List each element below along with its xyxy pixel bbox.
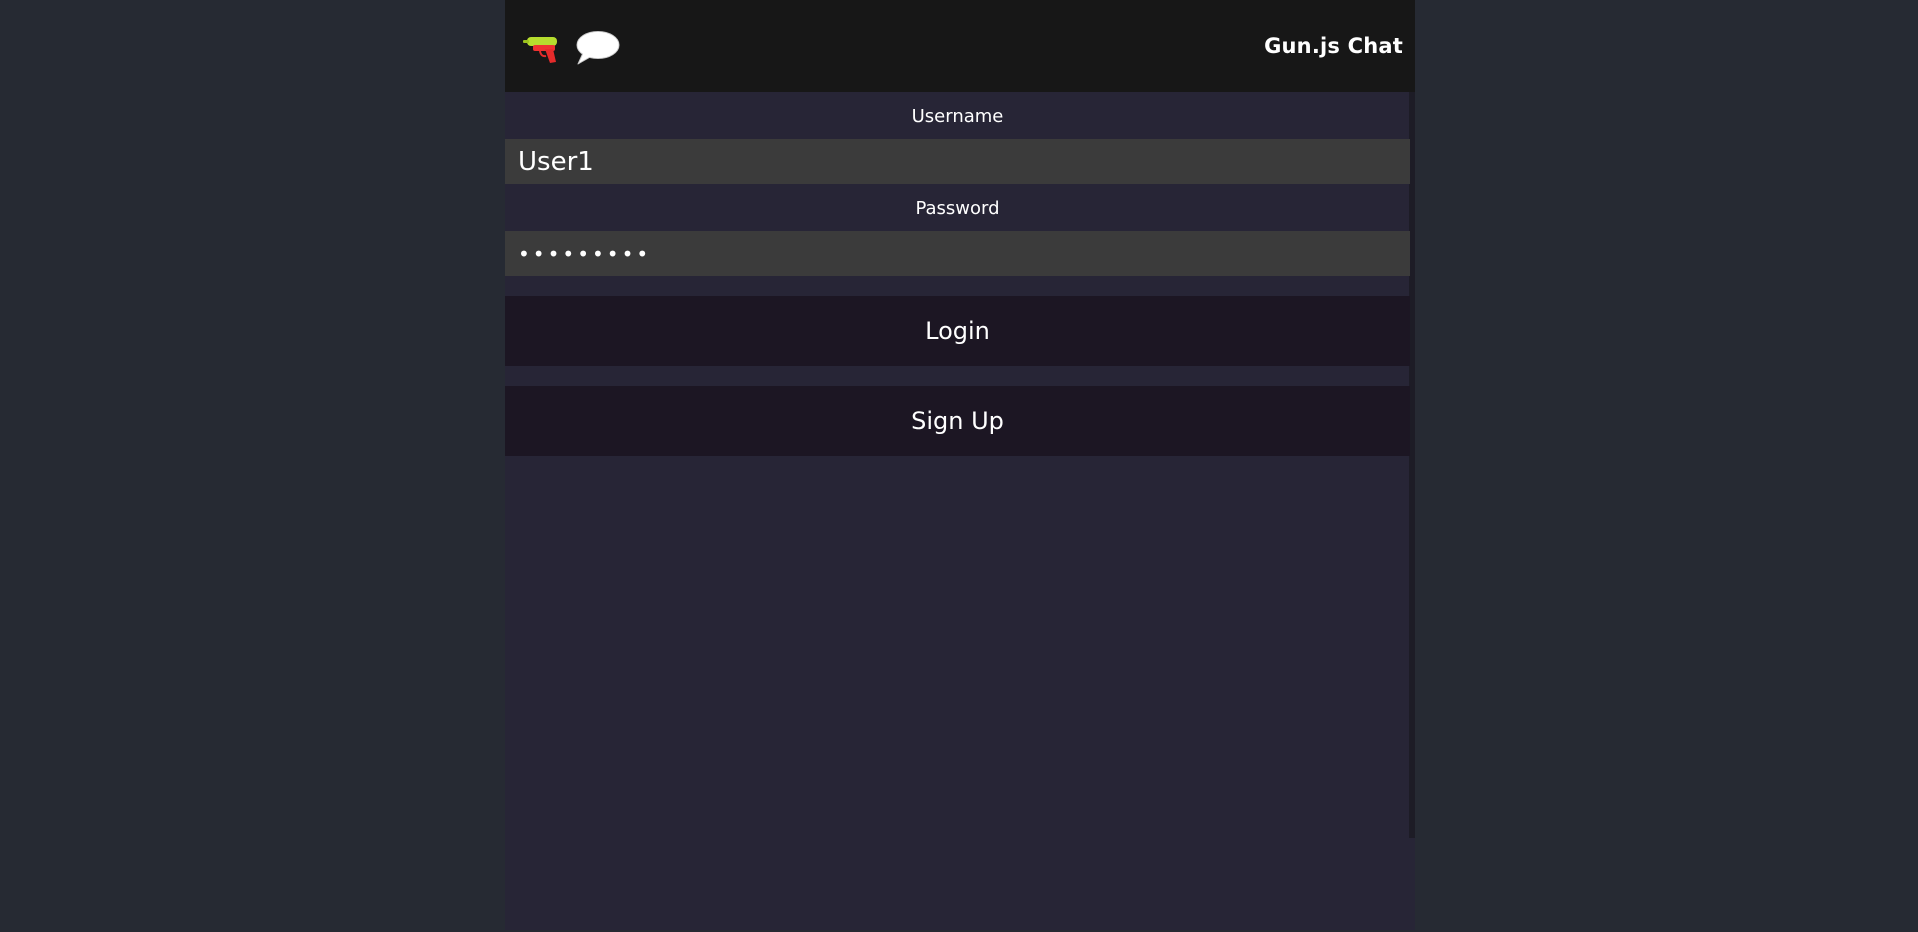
speech-bubble-icon bbox=[575, 30, 621, 66]
app-logo bbox=[523, 28, 621, 68]
app-header: Gun.js Chat bbox=[505, 0, 1415, 92]
water-gun-icon bbox=[523, 31, 563, 65]
app-container: Gun.js Chat Username Password Login Sign… bbox=[505, 0, 1415, 930]
password-input[interactable] bbox=[505, 231, 1410, 276]
login-button[interactable]: Login bbox=[505, 296, 1410, 366]
app-title: Gun.js Chat bbox=[1264, 34, 1403, 58]
username-input[interactable] bbox=[505, 139, 1410, 184]
password-label: Password bbox=[915, 198, 1000, 219]
username-label: Username bbox=[911, 106, 1004, 127]
signup-button[interactable]: Sign Up bbox=[505, 386, 1410, 456]
